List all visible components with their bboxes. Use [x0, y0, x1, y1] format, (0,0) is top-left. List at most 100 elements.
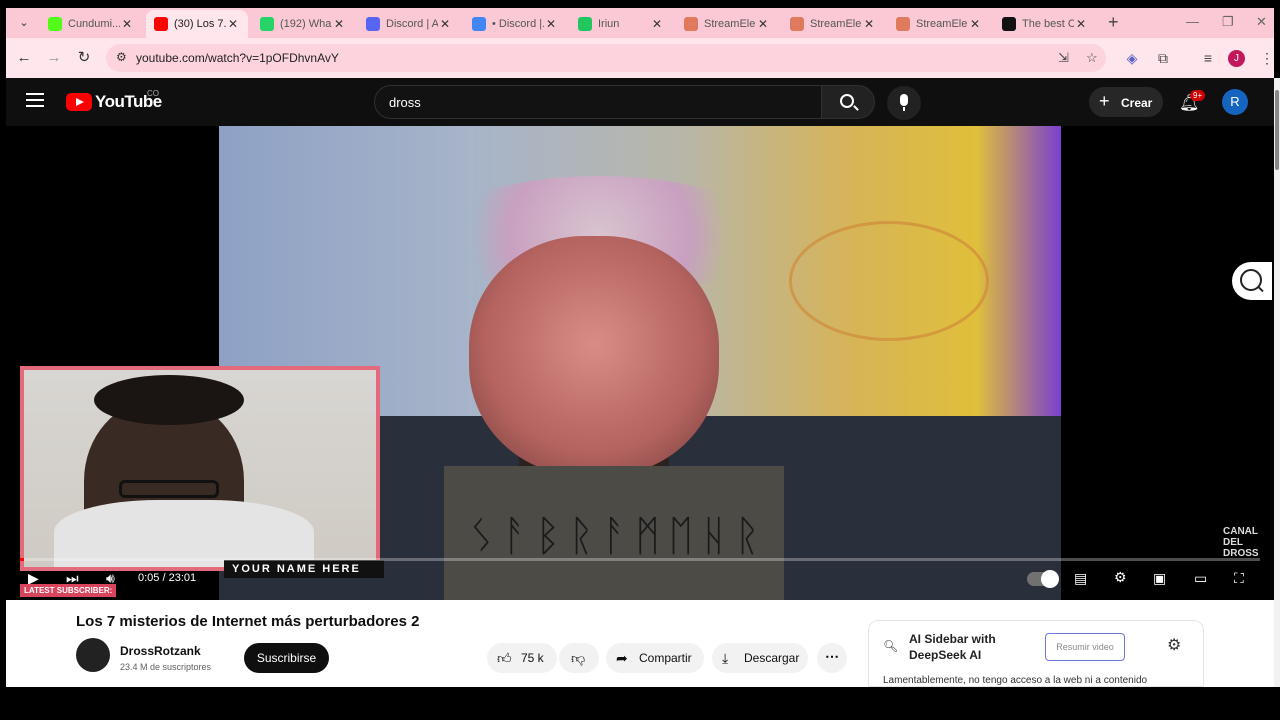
tab-strip: ⌄ Cundumi...✕(30) Los 7...✕(192) Wha...✕…	[6, 8, 1274, 38]
tab-close-icon[interactable]: ✕	[226, 17, 240, 31]
voice-search-button[interactable]	[887, 86, 921, 120]
theater-mode-icon[interactable]: ▭	[1194, 570, 1207, 587]
tab-close-icon[interactable]: ✕	[332, 17, 346, 31]
account-avatar[interactable]: R	[1222, 89, 1248, 115]
tab-title: (30) Los 7...	[174, 18, 226, 30]
forward-icon[interactable]: →	[44, 48, 64, 68]
microphone-icon	[900, 94, 908, 111]
video-scene-runes: ᛊᚨᛒᚱᚨᛗᛖᚺᚱ	[469, 511, 768, 560]
thumbs-down-icon: 👎︎	[571, 650, 586, 666]
video-details: Los 7 misterios de Internet más perturba…	[6, 600, 1274, 687]
tab-close-icon[interactable]: ✕	[120, 17, 134, 31]
tab-title: StreamEle...	[810, 18, 862, 30]
youtube-logo-icon[interactable]	[66, 93, 92, 111]
browser-tab[interactable]: Discord | A...✕	[358, 10, 460, 38]
omnibox[interactable]: ⚙ youtube.com/watch?v=1pOFDhvnAvY ⇲ ☆	[106, 44, 1106, 72]
streamelements-icon	[790, 17, 804, 31]
download-label: Descargar	[744, 651, 800, 665]
tab-title: StreamEle...	[916, 18, 968, 30]
tab-title: Discord | A...	[386, 18, 438, 30]
share-button[interactable]: ➦ Compartir	[606, 643, 704, 673]
ai-response-text: Lamentablemente, no tengo acceso a la we…	[883, 675, 1148, 686]
more-actions-icon[interactable]: ⋯	[817, 643, 847, 673]
like-button[interactable]: 👍︎ 75 k	[487, 643, 557, 673]
install-app-icon[interactable]: ⇲	[1058, 50, 1069, 66]
plus-icon: +	[1099, 91, 1110, 111]
browser-tab[interactable]: (30) Los 7...✕	[146, 10, 248, 38]
channel-avatar[interactable]	[76, 638, 110, 672]
dot-icon	[578, 17, 592, 31]
like-count: 75 k	[521, 651, 544, 665]
autoplay-toggle[interactable]	[1027, 570, 1059, 588]
browser-tab[interactable]: Iriun ✕	[570, 10, 672, 38]
miniplayer-icon[interactable]: ▣	[1153, 570, 1166, 587]
channel-watermark: CANAL DEL DROSS	[1223, 526, 1259, 559]
video-scene-face	[469, 236, 719, 476]
browser-menu-icon[interactable]: ⋮	[1258, 50, 1276, 67]
back-icon[interactable]: ←	[14, 48, 34, 68]
chrome-icon	[472, 17, 486, 31]
tab-title: Iriun	[598, 18, 620, 30]
search-button[interactable]	[821, 85, 875, 119]
tab-search-chevron-icon[interactable]: ⌄	[14, 13, 34, 33]
tab-close-icon[interactable]: ✕	[968, 17, 982, 31]
menu-hamburger-icon[interactable]	[26, 93, 44, 107]
search-input[interactable]: dross	[374, 85, 822, 119]
settings-gear-icon[interactable]: ⚙	[1114, 569, 1127, 586]
minimize-icon[interactable]: —	[1186, 14, 1199, 29]
browser-tab[interactable]: • Discord |...✕	[464, 10, 566, 38]
download-button[interactable]: ⤓ Descargar	[712, 643, 808, 673]
channel-name[interactable]: DrossRotzank	[120, 644, 201, 658]
subscriber-count: 23.4 M de suscriptores	[120, 662, 212, 672]
maximize-icon[interactable]: ❐	[1222, 14, 1234, 30]
search-query: dross	[389, 95, 421, 110]
extension-ai-icon[interactable]: ◈	[1123, 50, 1141, 67]
browser-tab[interactable]: StreamEle...✕	[782, 10, 884, 38]
kick-icon	[48, 17, 62, 31]
video-title: Los 7 misterios de Internet más perturba…	[76, 613, 420, 630]
reload-icon[interactable]: ↻	[74, 48, 94, 68]
fullscreen-icon[interactable]: ⛶	[1234, 570, 1244, 587]
youtube-icon	[154, 17, 168, 31]
subscribe-button[interactable]: Suscribirse	[244, 643, 329, 673]
tab-close-icon[interactable]: ✕	[438, 17, 452, 31]
browser-tab[interactable]: Cundumi... ✕	[40, 10, 142, 38]
tab-title: The best C...	[1022, 18, 1074, 30]
media-controls-icon[interactable]: ≡	[1199, 50, 1217, 66]
ai-settings-gear-icon[interactable]: ⚙	[1167, 635, 1181, 655]
create-button[interactable]: + Crear	[1089, 87, 1163, 117]
url-text: youtube.com/watch?v=1pOFDhvnAvY	[136, 51, 339, 65]
tab-close-icon[interactable]: ✕	[650, 17, 664, 31]
ai-search-icon: 🔍︎	[883, 639, 899, 653]
video-player[interactable]: ᛊᚨᛒᚱᚨᛗᛖᚺᚱ YOUR NAME HERE ▶ ⏭︎ 🔊︎ 0:05 / …	[6, 126, 1274, 664]
download-icon: ⤓	[722, 650, 729, 666]
lens-search-icon[interactable]	[1232, 262, 1272, 300]
dislike-button[interactable]: 👎︎	[559, 643, 599, 673]
bookmark-star-icon[interactable]: ☆	[1086, 50, 1098, 66]
new-tab-button[interactable]: +	[1108, 13, 1119, 31]
browser-tab[interactable]: StreamEle...✕	[676, 10, 778, 38]
scrollbar-thumb[interactable]	[1275, 90, 1279, 170]
page-scrollbar[interactable]	[1274, 78, 1280, 687]
subtitles-icon[interactable]: ▤	[1074, 570, 1087, 587]
browser-tab[interactable]: StreamEle...✕	[888, 10, 990, 38]
tab-close-icon[interactable]: ✕	[862, 17, 876, 31]
summarize-video-button[interactable]: Resumir video	[1045, 633, 1125, 661]
progress-bar[interactable]	[20, 558, 1260, 561]
ai-sidebar-panel: 🔍︎ AI Sidebar with DeepSeek AI Resumir v…	[868, 620, 1204, 687]
streamelements-icon	[896, 17, 910, 31]
progress-fill	[20, 558, 25, 561]
country-code: CO	[147, 89, 159, 98]
tab-close-icon[interactable]: ✕	[544, 17, 558, 31]
streamer-webcam-overlay	[20, 366, 380, 571]
tab-close-icon[interactable]: ✕	[756, 17, 770, 31]
extensions-puzzle-icon[interactable]: ⧉	[1154, 50, 1172, 67]
webcam-glasses	[119, 480, 219, 498]
profile-avatar[interactable]: J	[1228, 50, 1245, 67]
browser-tab[interactable]: The best C...✕	[994, 10, 1096, 38]
site-info-icon[interactable]: ⚙	[116, 50, 127, 64]
close-window-icon[interactable]: ✕	[1256, 14, 1267, 30]
tab-close-icon[interactable]: ✕	[1074, 17, 1088, 31]
browser-tab[interactable]: (192) Wha...✕	[252, 10, 354, 38]
tab-title: Cundumi...	[68, 18, 120, 30]
